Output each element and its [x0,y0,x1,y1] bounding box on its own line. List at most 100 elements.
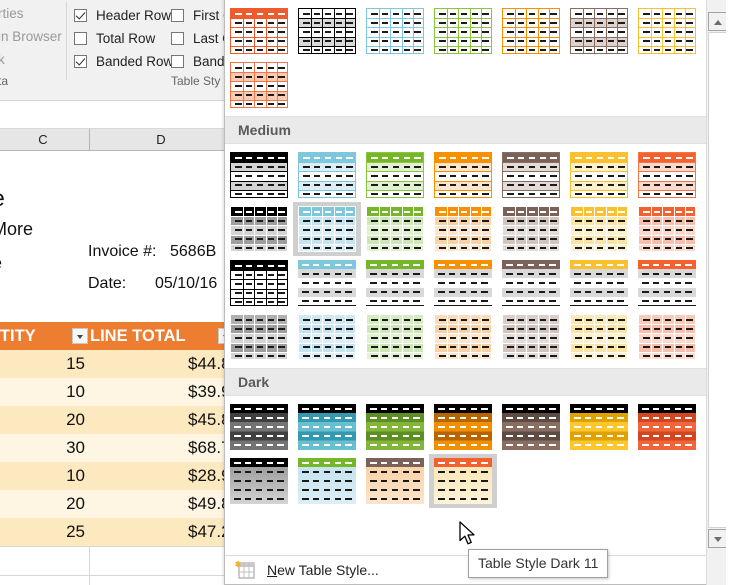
table-style-item-light-3-6[interactable] [565,4,633,58]
new-table-style-button[interactable]: New Table Style... [225,556,379,584]
scroll-down-icon[interactable] [708,529,727,548]
column-header-c[interactable]: C [0,129,90,150]
table-row[interactable]: 20$45.80 [0,406,232,434]
thumb-dash [653,13,661,15]
table-style-item-dark-1-2[interactable] [293,400,361,454]
checkbox-total-row-box[interactable] [74,32,87,45]
checkbox-last-column-box[interactable] [171,32,184,45]
checkbox-banded-rows[interactable]: Banded Rows [74,50,180,73]
filter-button-quantity[interactable] [72,328,88,344]
thumb-dash [663,444,671,446]
table-style-item-med-2-3[interactable] [361,202,429,256]
table-style-item-med-4-4[interactable] [429,310,497,364]
table-style-item-dark-1-3[interactable] [361,400,429,454]
table-style-item-dark-2-1[interactable] [225,454,293,508]
table-style-item-light-3-2[interactable] [293,4,361,58]
table-style-item-med-1-4[interactable] [429,148,497,202]
thumb-dash [448,291,456,293]
checkbox-header-row-box[interactable] [74,9,87,22]
table-row[interactable]: 10$39.90 [0,378,232,406]
thumb-dash [585,40,593,42]
gallery-scrollbar-track[interactable] [708,32,727,528]
thumb-dash [643,238,650,240]
checkbox-header-row[interactable]: Header Row [74,4,180,27]
table-style-item-med-2-5[interactable] [497,202,565,256]
table-style-item-med-2-2[interactable] [293,202,361,256]
table-style-item-med-3-3[interactable] [361,256,429,310]
thumb-gridline-h [503,333,559,335]
thumb-gridline-h [435,180,491,182]
ribbon-item-open-in-browser[interactable]: in Browser [0,29,62,44]
table-style-item-dark-2-2[interactable] [293,454,361,508]
table-style-item-dark-1-6[interactable] [565,400,633,454]
thumb-dash [448,444,456,446]
table-style-item-dark-1-1[interactable] [225,400,293,454]
thumb-gridline-h [299,234,355,236]
worksheet-area[interactable]: C D e More e Invoice #: 5686B Date: 05/1… [0,101,232,585]
table-style-item-dark-1-7[interactable] [633,400,701,454]
ribbon-item-properties[interactable]: rties [0,6,24,21]
table-style-item-light-4-1[interactable] [225,58,293,112]
table-row[interactable]: 15$44.85 [0,350,232,378]
table-style-item-med-1-1[interactable] [225,148,293,202]
scroll-up-icon[interactable] [708,12,727,31]
table-style-item-light-3-3[interactable] [361,4,429,58]
table-style-item-med-2-4[interactable] [429,202,497,256]
table-style-item-med-1-6[interactable] [565,148,633,202]
table-style-item-med-4-1[interactable] [225,310,293,364]
thumb-dash [413,480,420,482]
table-row[interactable]: 10$28.90 [0,462,232,490]
table-style-item-med-1-2[interactable] [293,148,361,202]
table-row[interactable]: 25$47.25 [0,518,232,546]
checkbox-first-column-box[interactable] [171,9,184,22]
table-row[interactable]: 30$68.70 [0,434,232,462]
table-style-item-med-3-4[interactable] [429,256,497,310]
table-style-item-med-4-5[interactable] [497,310,565,364]
thumb-dash [277,471,284,473]
gallery-scrollbar[interactable] [706,0,728,585]
thumb-dash [312,426,320,428]
table-style-item-med-3-2[interactable] [293,256,361,310]
table-style-item-med-4-7[interactable] [633,310,701,364]
thumb-dash [643,220,650,222]
table-style-item-light-3-7[interactable] [633,4,701,58]
thumb-dash [517,337,525,339]
table-style-options-column-1: Header Row Total Row Banded Rows [74,4,180,73]
gallery-scrollbar-thumb[interactable] [709,33,726,493]
table-style-item-med-1-5[interactable] [497,148,565,202]
gallery-row [225,202,706,256]
table-style-item-light-3-4[interactable] [429,4,497,58]
table-style-item-med-2-7[interactable] [633,202,701,256]
checkbox-banded-rows-box[interactable] [74,55,87,68]
table-row[interactable]: 20$49.80 [0,490,232,518]
table-styles-gallery[interactable]: Medium Dark New Table Style... [224,0,730,585]
table-style-item-light-3-1[interactable] [225,4,293,58]
thumb-dash [448,300,456,302]
table-style-item-med-1-3[interactable] [361,148,429,202]
table-style-item-med-3-7[interactable] [633,256,701,310]
table-style-item-med-3-6[interactable] [565,256,633,310]
checkbox-total-row[interactable]: Total Row [74,27,180,50]
thumb-dash [392,166,400,168]
table-style-item-dark-1-5[interactable] [497,400,565,454]
excel-table[interactable]: NTITY LINE TOTAL 15$44.8510$39.9020$45.8… [0,322,232,585]
table-style-item-med-2-1[interactable] [225,202,293,256]
table-style-item-med-3-5[interactable] [497,256,565,310]
table-style-item-med-4-6[interactable] [565,310,633,364]
table-style-item-dark-1-4[interactable] [429,400,497,454]
thumb-dash [267,220,275,222]
thumb-gridline-h [367,45,423,47]
table-style-item-dark-2-3[interactable] [361,454,429,508]
table-style-item-med-4-3[interactable] [361,310,429,364]
thumb-dash [256,157,264,159]
table-style-item-med-2-6[interactable] [565,202,633,256]
thumb-dash [506,408,513,410]
table-style-item-med-4-2[interactable] [293,310,361,364]
checkbox-banded-columns-box[interactable] [171,55,184,68]
table-style-item-dark-2-4[interactable] [429,454,497,508]
table-style-item-med-1-7[interactable] [633,148,701,202]
column-header-d[interactable]: D [90,129,232,150]
table-style-item-med-3-1[interactable] [225,256,293,310]
table-style-item-light-3-5[interactable] [497,4,565,58]
ribbon-item-link[interactable]: k [0,52,5,67]
